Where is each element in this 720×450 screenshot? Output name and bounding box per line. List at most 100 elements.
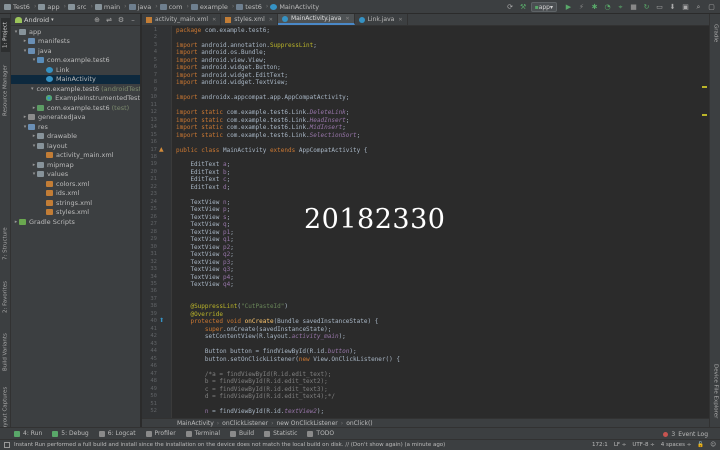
project-view-selector[interactable]: Android ▾: [15, 16, 54, 24]
editor-tab[interactable]: MainActivity.java ✕: [277, 14, 355, 25]
code-line[interactable]: TextView p1;: [176, 229, 233, 236]
tree-node[interactable]: ▸ Gradle Scripts: [11, 217, 140, 227]
hide-icon[interactable]: –: [129, 16, 137, 24]
tool-tab-layout-captures[interactable]: Layout Captures: [1, 386, 10, 432]
tree-node[interactable]: ids.xml: [11, 189, 140, 199]
code-line[interactable]: d = findViewById(R.id.edit_text4);*/: [176, 393, 335, 400]
code-line[interactable]: import static com.example.test6.Link.Sel…: [176, 132, 360, 139]
line-separator[interactable]: LF ÷: [614, 442, 627, 448]
sdk-manager-icon[interactable]: ⬇: [668, 3, 677, 12]
tool-window-build[interactable]: Build: [230, 430, 254, 437]
tool-tab-structure[interactable]: 7: Structure: [1, 224, 10, 264]
code-line[interactable]: Button button = findViewById(R.id.button…: [176, 348, 357, 355]
editor-breadcrumb-item[interactable]: onClickListener: [222, 420, 268, 427]
code-line[interactable]: EditText d;: [176, 184, 230, 191]
run-icon[interactable]: ▶: [564, 3, 573, 12]
code-line[interactable]: import android.annotation.SuppressLint;: [176, 42, 317, 49]
override-icon[interactable]: ⬆: [159, 317, 164, 324]
tool-window-profiler[interactable]: Profiler: [145, 430, 176, 437]
attach-debugger-icon[interactable]: ⌖: [616, 3, 625, 12]
status-indicator-icon[interactable]: [4, 442, 10, 448]
search-icon[interactable]: ⌕: [694, 3, 703, 12]
code-line[interactable]: TextView n;: [176, 199, 230, 206]
code-line[interactable]: import android.os.Bundle;: [176, 49, 266, 56]
tree-node[interactable]: ▾ com.example.test6: [11, 56, 140, 66]
code-line[interactable]: import android.widget.TextView;: [176, 79, 288, 86]
code-line[interactable]: setContentView(R.layout.activity_main);: [176, 333, 346, 340]
editor-tab[interactable]: Link.java ✕: [355, 14, 408, 25]
code-line[interactable]: b = findViewById(R.id.edit_text2);: [176, 378, 328, 385]
code-editor[interactable]: 1 2 3 4 5 6 7 8 9 10 11 12 13 14 15 16 17 18 19 20 21 22 23 24 2…: [142, 26, 709, 418]
breadcrumb-item[interactable]: com: [159, 3, 182, 11]
breadcrumb-item[interactable]: Test6: [4, 3, 30, 11]
code-line[interactable]: EditText b;: [176, 169, 230, 176]
stop-icon[interactable]: ■: [629, 3, 638, 12]
sync-icon[interactable]: ⟳: [506, 3, 515, 12]
code-line[interactable]: TextView p;: [176, 206, 230, 213]
code-line[interactable]: import static com.example.test6.Link.Hea…: [176, 117, 349, 124]
lock-icon[interactable]: 🔓: [697, 442, 704, 448]
tree-node[interactable]: ▸ manifests: [11, 37, 140, 47]
tree-node[interactable]: colors.xml: [11, 179, 140, 189]
code-line[interactable]: button.setOnClickListener(new View.OnCli…: [176, 356, 400, 363]
tool-tab-project[interactable]: 1: Project: [1, 18, 10, 52]
tool-window-logcat[interactable]: 6: Logcat: [98, 430, 136, 437]
code-line[interactable]: import android.widget.Button;: [176, 64, 281, 71]
tree-node[interactable]: ▸ mipmap: [11, 160, 140, 170]
editor-tab[interactable]: styles.xml ✕: [221, 14, 278, 25]
code-line[interactable]: TextView q4;: [176, 281, 233, 288]
code-line[interactable]: import android.widget.EditText;: [176, 72, 288, 79]
code-line[interactable]: protected void onCreate(Bundle savedInst…: [176, 318, 378, 325]
tree-node[interactable]: MainActivity: [11, 74, 140, 84]
tool-tab-gradle[interactable]: Gradle: [711, 18, 720, 48]
breadcrumb-item[interactable]: example: [190, 3, 228, 11]
collapse-all-icon[interactable]: ⇌: [105, 16, 113, 24]
tool-window-terminal[interactable]: Terminal: [185, 430, 220, 437]
code-line[interactable]: @Override: [176, 311, 223, 318]
tree-node[interactable]: ExampleInstrumentedTest: [11, 94, 140, 104]
code-line[interactable]: EditText a;: [176, 161, 230, 168]
class-run-icon[interactable]: ▲: [159, 146, 164, 153]
breadcrumb-item[interactable]: java: [128, 3, 151, 11]
code-line[interactable]: super.onCreate(savedInstanceState);: [176, 326, 331, 333]
code-line[interactable]: import androidx.appcompat.app.AppCompatA…: [176, 94, 349, 101]
code-line[interactable]: TextView p2;: [176, 244, 233, 251]
tool-window-debug[interactable]: 5: Debug: [52, 430, 89, 437]
breadcrumb-item[interactable]: app: [38, 3, 60, 11]
indent-setting[interactable]: 4 spaces ÷: [661, 442, 692, 448]
code-line[interactable]: TextView q3;: [176, 266, 233, 273]
breadcrumb-item[interactable]: test6: [236, 3, 262, 11]
window-icon[interactable]: ▢: [707, 3, 716, 12]
tree-node[interactable]: ▾ layout: [11, 141, 140, 151]
code-line[interactable]: TextView q2;: [176, 251, 233, 258]
tree-node[interactable]: ▾ values: [11, 170, 140, 180]
tool-tab-device-file-explorer[interactable]: Device File Explorer: [711, 358, 720, 424]
code-line[interactable]: c = findViewById(R.id.edit_text3);: [176, 386, 328, 393]
code-line[interactable]: @SuppressLint("CutPasteId"): [176, 303, 288, 310]
code-line[interactable]: TextView p3;: [176, 259, 233, 266]
code-line[interactable]: package com.example.test6;: [176, 27, 270, 34]
code-line[interactable]: import android.view.View;: [176, 57, 266, 64]
editor-breadcrumb-item[interactable]: MainActivity: [177, 420, 214, 427]
breadcrumb-item[interactable]: src: [68, 3, 87, 11]
tree-node[interactable]: ▾ res: [11, 122, 140, 132]
close-icon[interactable]: ✕: [398, 17, 402, 23]
apply-changes-icon[interactable]: ⚡: [577, 3, 586, 12]
run-configuration-select[interactable]: ▪ app ▾: [530, 2, 557, 12]
avd-manager-icon[interactable]: ▭: [655, 3, 664, 12]
code-line[interactable]: /*a = findViewById(R.id.edit_text);: [176, 371, 331, 378]
gear-icon[interactable]: ⚙: [117, 16, 125, 24]
close-icon[interactable]: ✕: [345, 16, 349, 22]
code-line[interactable]: EditText c;: [176, 176, 230, 183]
profile-icon[interactable]: ◔: [603, 3, 612, 12]
breadcrumb-item[interactable]: main: [94, 3, 120, 11]
caret-position[interactable]: 172:1: [592, 442, 608, 448]
event-log-button[interactable]: 3 Event Log: [663, 431, 708, 438]
inspector-icon[interactable]: ☺: [710, 442, 716, 448]
tree-node[interactable]: ▾ com.example.test6 (androidTest): [11, 84, 140, 94]
tree-node[interactable]: ▾ java: [11, 46, 140, 56]
tree-node[interactable]: ▸ drawable: [11, 132, 140, 142]
tool-window-statistic[interactable]: Statistic: [264, 430, 297, 437]
target-icon[interactable]: ⊕: [93, 16, 101, 24]
tree-node[interactable]: styles.xml: [11, 208, 140, 218]
